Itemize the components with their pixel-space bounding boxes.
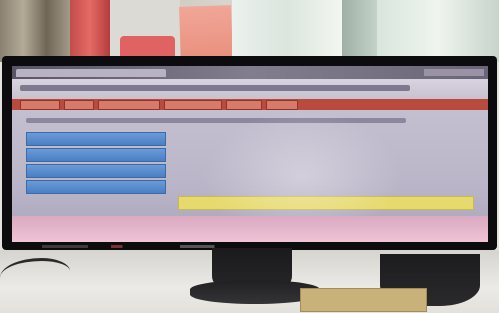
window-controls[interactable] bbox=[424, 69, 484, 76]
curtain-left bbox=[0, 0, 70, 62]
background-wall bbox=[0, 0, 499, 62]
menu-button[interactable] bbox=[26, 148, 166, 162]
notice-bar bbox=[178, 196, 474, 210]
nav-item[interactable] bbox=[266, 100, 298, 110]
screen-bottom-area bbox=[12, 216, 488, 242]
page-header bbox=[12, 79, 488, 99]
menu-button[interactable] bbox=[26, 180, 166, 194]
menu-button[interactable] bbox=[26, 164, 166, 178]
nav-item[interactable] bbox=[226, 100, 262, 110]
side-menu bbox=[26, 132, 166, 196]
content-heading bbox=[26, 118, 406, 123]
paper-on-desk bbox=[300, 288, 427, 312]
red-object bbox=[70, 0, 110, 62]
nav-item[interactable] bbox=[164, 100, 222, 110]
window-frame bbox=[342, 0, 377, 62]
monitor-screen bbox=[12, 66, 488, 242]
nav-item[interactable] bbox=[64, 100, 94, 110]
window-right bbox=[377, 0, 499, 62]
window-light bbox=[232, 0, 342, 62]
page-title bbox=[20, 85, 410, 91]
nav-item[interactable] bbox=[98, 100, 160, 110]
browser-tab[interactable] bbox=[16, 69, 166, 77]
red-container bbox=[120, 36, 175, 58]
menu-button[interactable] bbox=[26, 132, 166, 146]
monitor bbox=[2, 56, 497, 250]
pink-paper bbox=[179, 5, 233, 62]
nav-bar bbox=[12, 99, 488, 110]
browser-title-bar bbox=[12, 66, 488, 79]
nav-item[interactable] bbox=[20, 100, 60, 110]
